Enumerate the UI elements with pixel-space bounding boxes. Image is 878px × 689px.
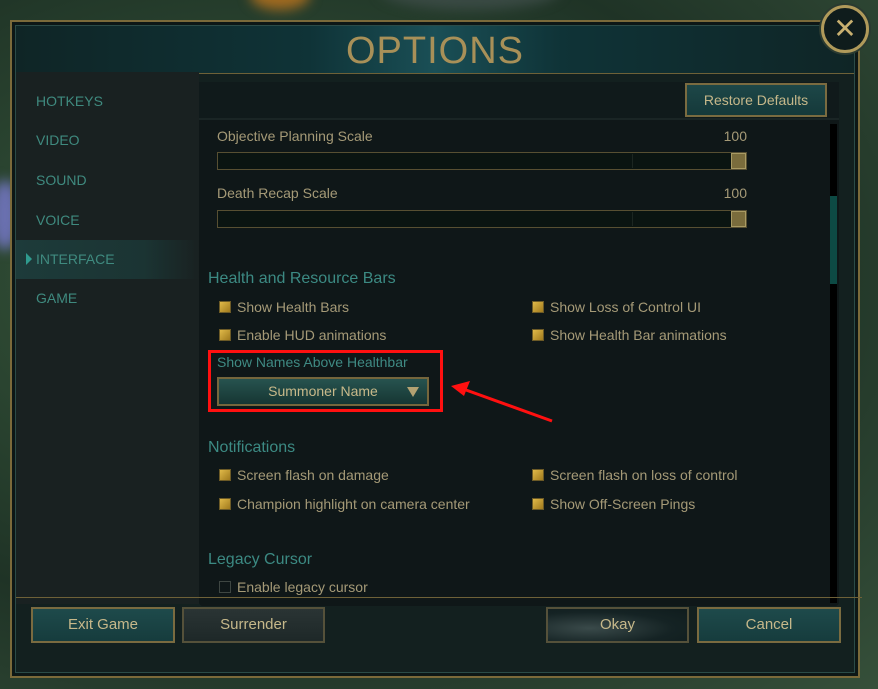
screen-flash-loss-control-checkbox[interactable]: Screen flash on loss of control: [532, 467, 738, 483]
annotation-highlight-box: [208, 350, 443, 412]
sidebar-item-hotkeys[interactable]: HOTKEYS: [16, 82, 199, 121]
slider-handle[interactable]: [731, 153, 746, 169]
slider-label: Objective Planning Scale: [217, 128, 373, 144]
checkbox-label: Screen flash on damage: [237, 467, 389, 483]
screen-flash-damage-checkbox[interactable]: Screen flash on damage: [219, 467, 389, 483]
checkbox-icon: [532, 301, 544, 313]
background-decoration: [380, 0, 560, 10]
background-decoration: [250, 0, 310, 10]
sidebar-item-voice[interactable]: VOICE: [16, 201, 199, 240]
checkbox-label: Enable legacy cursor: [237, 579, 368, 595]
champion-highlight-checkbox[interactable]: Champion highlight on camera center: [219, 496, 470, 512]
slider-value: 100: [723, 128, 747, 144]
show-health-bar-animations-checkbox[interactable]: Show Health Bar animations: [532, 327, 727, 343]
sidebar-item-game[interactable]: GAME: [16, 279, 199, 318]
close-icon: ✕: [833, 13, 857, 44]
slider-tick: [632, 212, 633, 226]
slider-label: Death Recap Scale: [217, 185, 338, 201]
show-loss-of-control-checkbox[interactable]: Show Loss of Control UI: [532, 299, 701, 315]
checkbox-icon: [219, 301, 231, 313]
section-title: Notifications: [208, 439, 296, 456]
sidebar-item-sound[interactable]: SOUND: [16, 161, 199, 200]
checkbox-icon: [532, 329, 544, 341]
checkbox-label: Show Off-Screen Pings: [550, 496, 696, 512]
scrollbar-thumb[interactable]: [830, 196, 837, 284]
sidebar: HOTKEYS VIDEO SOUND VOICE INTERFACE GAME: [16, 72, 199, 604]
slider-handle[interactable]: [731, 211, 746, 227]
slider-tick: [632, 154, 633, 168]
sidebar-item-video[interactable]: VIDEO: [16, 121, 199, 160]
section-title: Legacy Cursor: [208, 551, 313, 568]
checkbox-label: Show Health Bars: [237, 299, 350, 315]
window-title: OPTIONS: [345, 30, 525, 72]
okay-button[interactable]: Okay: [546, 607, 689, 643]
enable-hud-animations-checkbox[interactable]: Enable HUD animations: [219, 327, 386, 343]
checkbox-icon: [219, 498, 231, 510]
show-health-bars-checkbox[interactable]: Show Health Bars: [219, 299, 349, 315]
exit-game-button[interactable]: Exit Game: [31, 607, 175, 643]
objective-planning-scale-slider[interactable]: [217, 152, 747, 170]
checkbox-icon: [532, 498, 544, 510]
checkbox-label: Champion highlight on camera center: [237, 496, 470, 512]
checkbox-label: Show Loss of Control UI: [550, 299, 701, 315]
checkbox-label: Enable HUD animations: [237, 327, 387, 343]
death-recap-scale-slider[interactable]: [217, 210, 747, 228]
slider-value: 100: [723, 185, 747, 201]
restore-defaults-button[interactable]: Restore Defaults: [685, 83, 827, 117]
settings-panel: Restore Defaults Objective Planning Scal…: [199, 82, 839, 606]
section-title: Health and Resource Bars: [208, 270, 396, 287]
checkbox-icon: [219, 581, 231, 593]
checkbox-label: Screen flash on loss of control: [550, 467, 738, 483]
checkbox-icon: [219, 469, 231, 481]
close-button[interactable]: ✕: [821, 5, 869, 53]
title-bar: OPTIONS: [16, 26, 854, 74]
checkbox-label: Show Health Bar animations: [550, 327, 727, 343]
show-offscreen-pings-checkbox[interactable]: Show Off-Screen Pings: [532, 496, 695, 512]
enable-legacy-cursor-checkbox[interactable]: Enable legacy cursor: [219, 579, 368, 595]
sidebar-item-interface[interactable]: INTERFACE: [16, 240, 199, 279]
cancel-button[interactable]: Cancel: [697, 607, 841, 643]
checkbox-icon: [219, 329, 231, 341]
footer-divider: [16, 597, 862, 598]
surrender-button[interactable]: Surrender: [182, 607, 325, 643]
checkbox-icon: [532, 469, 544, 481]
